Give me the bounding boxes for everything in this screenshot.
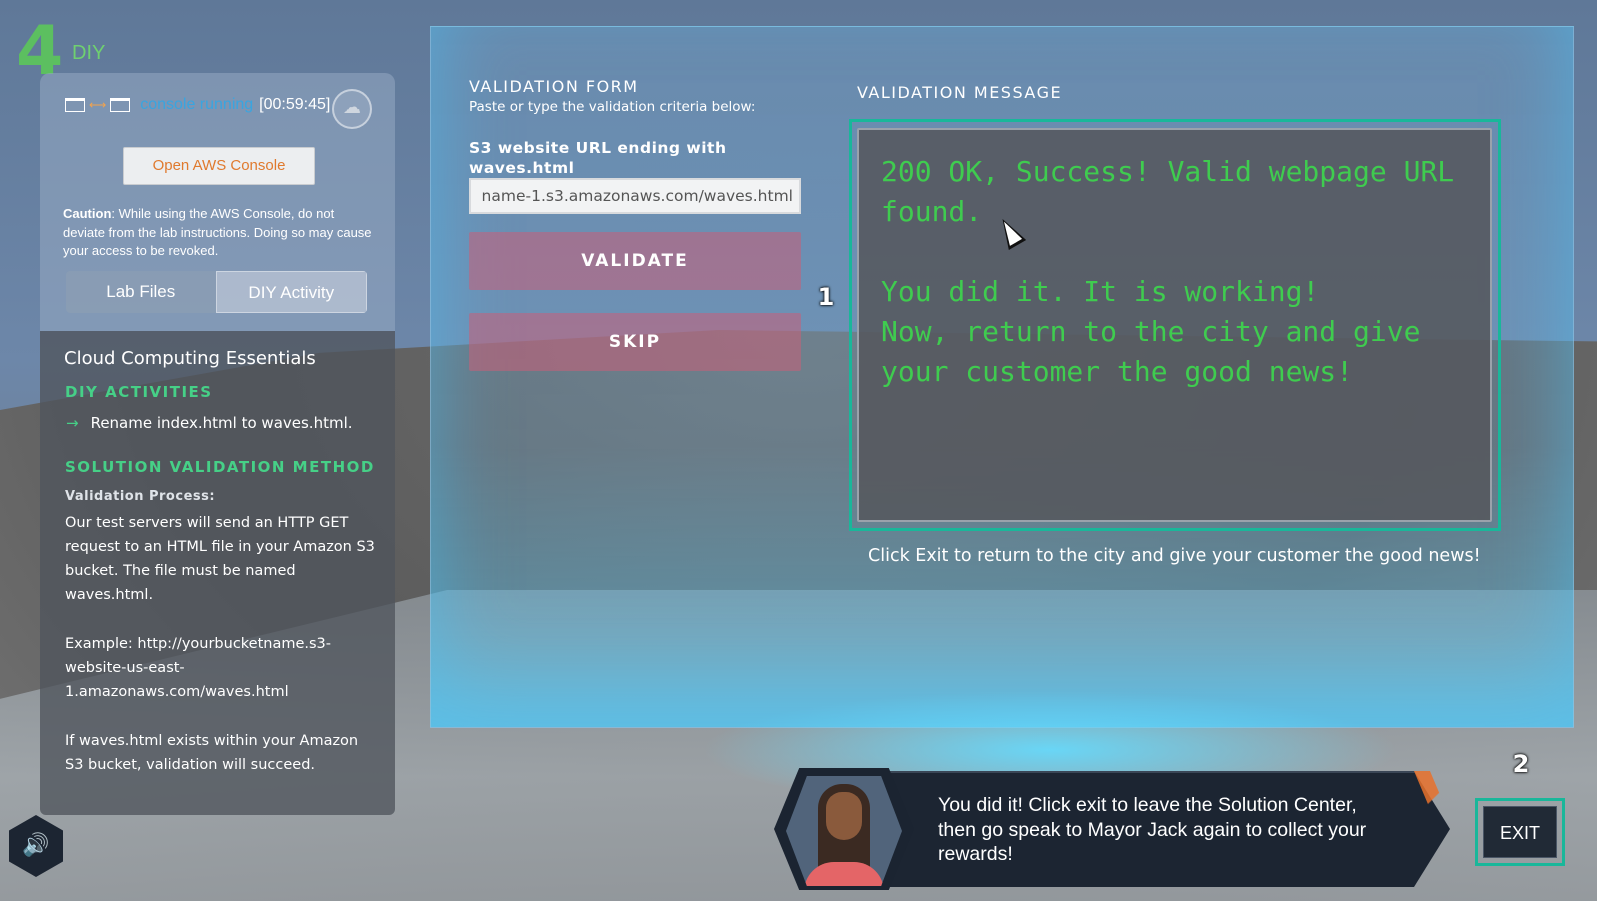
url-input[interactable]: name-1.s3.amazonaws.com/waves.html bbox=[469, 178, 801, 214]
window-icon bbox=[65, 98, 85, 112]
portrait-face bbox=[826, 792, 862, 840]
message-line-2: You did it. It is working! bbox=[881, 275, 1320, 308]
skip-button[interactable]: SKIP bbox=[469, 313, 801, 371]
arrow-right-icon: → bbox=[66, 414, 79, 432]
validation-example-text: Example: http://yourbucketname.s3-websit… bbox=[65, 636, 332, 700]
cloud-icon[interactable]: ☁ bbox=[332, 89, 372, 129]
step-badge-1: 1 bbox=[817, 283, 835, 311]
activity-item: → Rename index.html to waves.html. bbox=[66, 414, 353, 432]
character-portrait bbox=[786, 776, 902, 886]
message-line-1: 200 OK, Success! Valid webpage URL found… bbox=[881, 155, 1455, 228]
open-aws-console-button[interactable]: Open AWS Console bbox=[123, 147, 315, 185]
message-line-3: Now, return to the city and give your cu… bbox=[881, 315, 1421, 388]
exit-button[interactable]: EXIT bbox=[1483, 806, 1557, 858]
validation-method-heading: SOLUTION VALIDATION METHOD bbox=[65, 458, 375, 476]
url-field-label: S3 website URL ending with waves.html bbox=[469, 139, 727, 177]
validation-process-text: Our test servers will send an HTTP GET r… bbox=[65, 515, 375, 603]
tab-lab-files[interactable]: Lab Files bbox=[66, 271, 216, 313]
step-label: DIY bbox=[72, 42, 106, 64]
validation-message-title: VALIDATION MESSAGE bbox=[857, 83, 1063, 102]
validate-button[interactable]: VALIDATE bbox=[469, 232, 801, 290]
dialog-text: You did it! Click exit to leave the Solu… bbox=[938, 794, 1367, 865]
step-badge-2: 2 bbox=[1512, 750, 1530, 778]
validation-success-text: If waves.html exists within your Amazon … bbox=[65, 733, 359, 773]
validation-process-label: Validation Process: bbox=[65, 489, 216, 504]
exit-hint-text: Click Exit to return to the city and giv… bbox=[868, 546, 1481, 566]
caution-text: Caution: While using the AWS Console, do… bbox=[63, 205, 375, 261]
link-icon: ⟷ bbox=[89, 98, 107, 112]
window-icon bbox=[110, 98, 131, 112]
course-title: Cloud Computing Essentials bbox=[64, 348, 316, 369]
console-timer: [00:59:45] bbox=[259, 96, 331, 113]
validation-form-subtitle: Paste or type the validation criteria be… bbox=[469, 99, 756, 115]
activity-text: Rename index.html to waves.html. bbox=[90, 414, 353, 432]
caution-label: Caution bbox=[63, 206, 112, 221]
tab-diy-activity[interactable]: DIY Activity bbox=[215, 271, 367, 313]
console-status: ⟷ console running [00:59:45] bbox=[65, 96, 330, 114]
validation-form-title: VALIDATION FORM bbox=[469, 77, 639, 96]
portrait-shirt bbox=[804, 862, 884, 886]
panel-tabs: Lab Files DIY Activity bbox=[66, 271, 367, 313]
url-input-value: name-1.s3.amazonaws.com/waves.html bbox=[481, 187, 793, 205]
console-status-text: console running bbox=[140, 96, 254, 113]
diy-activities-heading: DIY ACTIVITIES bbox=[65, 383, 213, 401]
